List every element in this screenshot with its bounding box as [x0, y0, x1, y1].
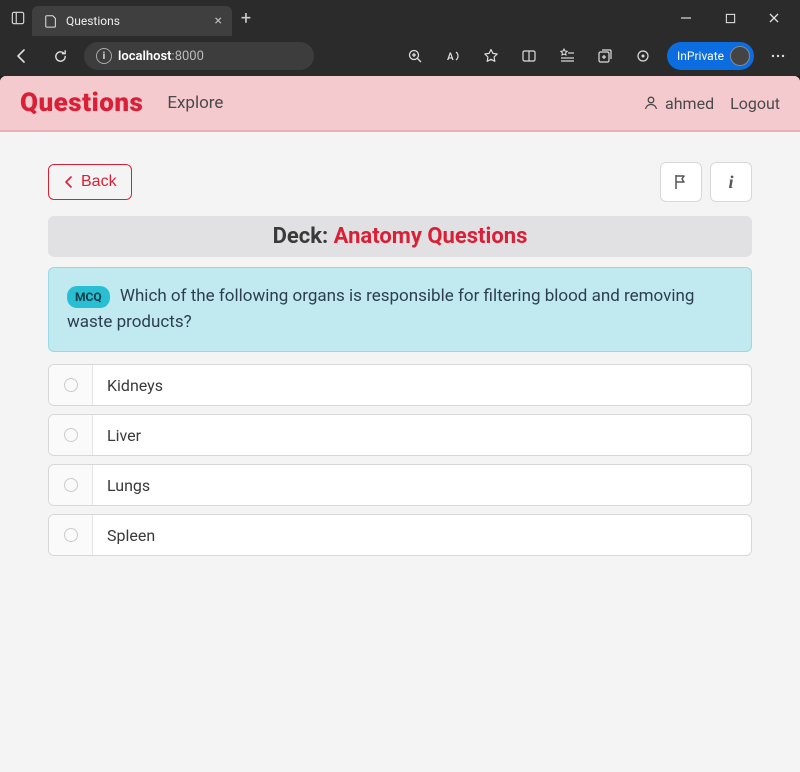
tab-actions-icon[interactable]	[4, 11, 32, 25]
radio-icon	[64, 378, 78, 392]
user-profile-link[interactable]: ahmed	[643, 94, 714, 113]
option-row[interactable]: Lungs	[48, 464, 752, 506]
site-info-icon[interactable]: i	[96, 48, 112, 64]
option-label: Kidneys	[93, 365, 751, 405]
inprivate-label: InPrivate	[677, 49, 724, 63]
browser-chrome: Questions × + i localhost:8000 A	[0, 0, 800, 76]
flag-button[interactable]	[660, 162, 702, 202]
inprivate-indicator[interactable]: InPrivate	[667, 42, 754, 70]
toolbar-row: Back i	[48, 162, 752, 202]
browser-tab[interactable]: Questions ×	[32, 6, 232, 36]
browser-toolbar: i localhost:8000 A InPrivate	[0, 36, 800, 76]
nav-explore-link[interactable]: Explore	[167, 93, 223, 113]
option-row[interactable]: Spleen	[48, 514, 752, 556]
flag-icon	[672, 173, 690, 191]
back-button-label: Back	[81, 173, 117, 191]
tab-close-icon[interactable]: ×	[215, 13, 222, 29]
option-label: Liver	[93, 415, 751, 455]
deck-title-bar: Deck: Anatomy Questions	[48, 216, 752, 257]
more-menu-icon[interactable]	[764, 42, 792, 70]
svg-text:A: A	[447, 52, 454, 63]
option-row[interactable]: Liver	[48, 414, 752, 456]
tab-title: Questions	[66, 14, 120, 28]
tab-favicon-icon	[44, 14, 58, 28]
option-radio[interactable]	[49, 365, 93, 405]
window-minimize-button[interactable]	[664, 0, 708, 36]
extensions-icon[interactable]	[629, 42, 657, 70]
question-card: MCQ Which of the following organs is res…	[48, 267, 752, 352]
read-aloud-icon[interactable]: A	[439, 42, 467, 70]
nav-back-button[interactable]	[8, 42, 36, 70]
options-list: Kidneys Liver Lungs Spleen	[48, 364, 752, 556]
nav-refresh-button[interactable]	[46, 42, 74, 70]
window-maximize-button[interactable]	[708, 0, 752, 36]
chevron-left-icon	[63, 176, 75, 188]
address-bar[interactable]: i localhost:8000	[84, 42, 314, 70]
radio-icon	[64, 528, 78, 542]
option-row[interactable]: Kidneys	[48, 364, 752, 406]
browser-titlebar: Questions × +	[0, 0, 800, 36]
question-text: Which of the following organs is respons…	[67, 286, 694, 332]
new-tab-button[interactable]: +	[232, 8, 260, 29]
option-label: Spleen	[93, 515, 751, 555]
window-close-button[interactable]	[752, 0, 796, 36]
favorites-list-icon[interactable]	[553, 42, 581, 70]
info-button[interactable]: i	[710, 162, 752, 202]
brand-logo[interactable]: Questions	[20, 88, 143, 118]
deck-name-label: Anatomy Questions	[334, 224, 528, 249]
option-radio[interactable]	[49, 465, 93, 505]
favorite-star-icon[interactable]	[477, 42, 505, 70]
option-label: Lungs	[93, 465, 751, 505]
address-port: :8000	[172, 49, 204, 64]
collections-icon[interactable]	[591, 42, 619, 70]
content-area: Back i Deck: Anatomy Questions MCQ Which…	[0, 132, 800, 586]
user-icon	[643, 95, 659, 111]
page-viewport: Questions Explore ahmed Logout Back	[0, 76, 800, 772]
username-label: ahmed	[665, 94, 714, 113]
option-radio[interactable]	[49, 515, 93, 555]
option-radio[interactable]	[49, 415, 93, 455]
zoom-icon[interactable]	[401, 42, 429, 70]
profile-avatar-icon	[730, 46, 750, 66]
site-header: Questions Explore ahmed Logout	[0, 76, 800, 132]
deck-prefix-label: Deck:	[273, 224, 334, 249]
logout-link[interactable]: Logout	[730, 94, 780, 113]
info-icon: i	[728, 172, 733, 193]
radio-icon	[64, 478, 78, 492]
split-screen-icon[interactable]	[515, 42, 543, 70]
question-type-badge: MCQ	[67, 286, 110, 308]
window-controls	[664, 0, 796, 36]
radio-icon	[64, 428, 78, 442]
back-button[interactable]: Back	[48, 164, 132, 200]
address-host: localhost	[118, 49, 172, 64]
